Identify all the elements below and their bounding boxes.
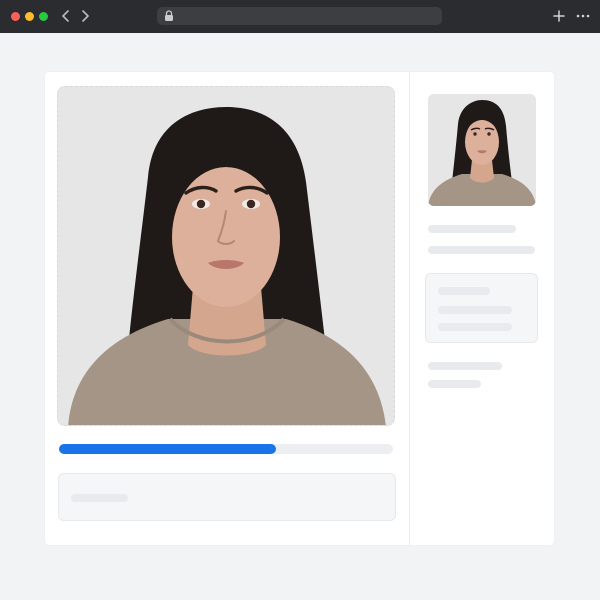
sidebar-placeholder-line [428,246,535,254]
chevron-left-icon[interactable] [58,8,74,24]
sidebar-info-box [425,273,538,343]
sidebar-box-placeholder-line [438,323,512,331]
column-divider [409,72,410,545]
portrait-photo[interactable] [57,86,395,426]
minimize-window-button[interactable] [25,12,34,21]
address-bar[interactable] [157,7,442,25]
info-box-placeholder-line [71,494,128,502]
chevron-right-icon[interactable] [77,8,93,24]
close-window-button[interactable] [11,12,20,21]
plus-icon[interactable] [551,8,567,24]
sidebar-box-placeholder-line [438,306,512,314]
zoom-window-button[interactable] [39,12,48,21]
photo-info-box [58,473,396,521]
portrait-image [58,87,394,425]
sidebar-placeholder-line [428,380,481,388]
photo-thumbnail[interactable] [428,94,536,206]
lock-icon [165,10,173,21]
sidebar-placeholder-line [428,225,516,233]
upload-progress-bar [59,444,393,454]
sidebar-box-placeholder-line [438,287,490,295]
thumbnail-image [428,94,536,206]
browser-titlebar [0,0,600,33]
more-icon[interactable] [575,8,591,24]
sidebar-placeholder-line [428,362,502,370]
upload-progress-fill [59,444,277,454]
